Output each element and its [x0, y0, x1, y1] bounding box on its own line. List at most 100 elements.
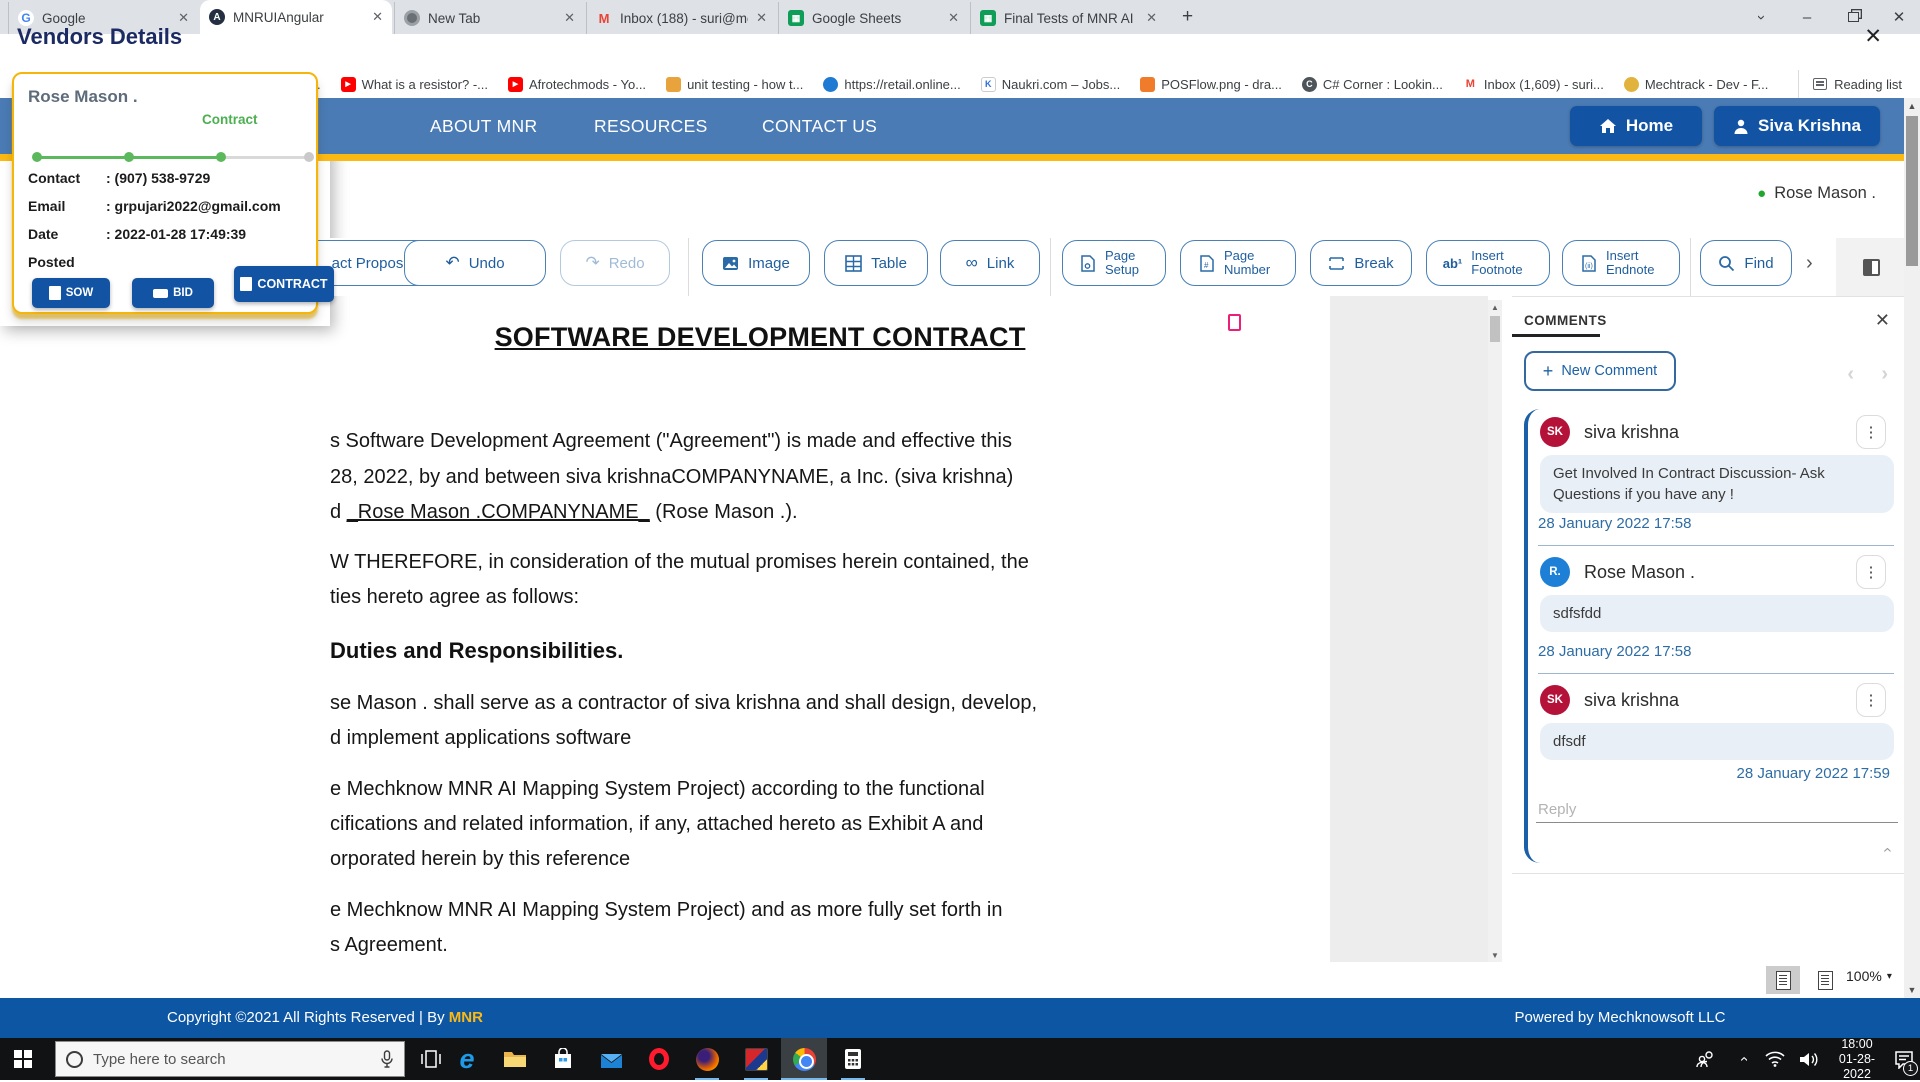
- comment-menu-kebab-icon[interactable]: ⋮: [1856, 415, 1886, 449]
- tab-close-icon[interactable]: ✕: [756, 10, 767, 26]
- bookmark-inbox[interactable]: MInbox (1,609) - suri...: [1463, 77, 1604, 92]
- bookmark-posflow[interactable]: POSFlow.png - dra...: [1140, 77, 1282, 92]
- vendor-card: Rose Mason . Contract Contact : (907) 53…: [12, 72, 318, 314]
- bookmark-mechtrack[interactable]: Mechtrack - Dev - F...: [1624, 77, 1769, 92]
- firefox-taskbar-icon[interactable]: [684, 1038, 730, 1080]
- collapse-chevron-up-icon[interactable]: ›: [1878, 847, 1896, 852]
- opera-taskbar-icon[interactable]: [636, 1038, 682, 1080]
- microphone-icon[interactable]: [380, 1050, 394, 1068]
- new-comment-button[interactable]: + New Comment: [1524, 351, 1676, 391]
- bookmark-retail-online[interactable]: https://retail.online...: [823, 77, 960, 92]
- browser-scrollbar[interactable]: ▲ ▼: [1904, 98, 1920, 998]
- side-panel-toggle-icon[interactable]: [1863, 259, 1880, 276]
- tab-close-icon[interactable]: ✕: [564, 10, 575, 26]
- window-minimize-button[interactable]: –: [1784, 0, 1830, 34]
- scroll-down-icon[interactable]: ▼: [1904, 982, 1920, 998]
- bookmark-label: unit testing - how t...: [687, 77, 803, 92]
- doc-line: e Mechknow MNR AI Mapping System Project…: [330, 899, 1003, 922]
- zoom-control[interactable]: 100% ▾: [1846, 968, 1892, 984]
- table-button[interactable]: Table: [824, 240, 928, 286]
- link-button[interactable]: ∞ Link: [940, 240, 1040, 286]
- taskbar-search-box[interactable]: [55, 1041, 405, 1077]
- reading-list-button[interactable]: Reading list: [1798, 70, 1902, 98]
- comment-menu-kebab-icon[interactable]: ⋮: [1856, 683, 1886, 717]
- edge-taskbar-icon[interactable]: e: [444, 1038, 490, 1080]
- csharp-icon: C: [1302, 77, 1317, 92]
- tab-close-icon[interactable]: ✕: [948, 10, 959, 26]
- start-button[interactable]: [0, 1038, 46, 1080]
- button-label: Undo: [469, 255, 505, 272]
- window-close-button[interactable]: ✕: [1876, 0, 1920, 34]
- photoshop-taskbar-icon[interactable]: [733, 1038, 779, 1080]
- bookmark-csharp-corner[interactable]: CC# Corner : Lookin...: [1302, 77, 1443, 92]
- contract-button[interactable]: CONTRACT: [234, 266, 334, 302]
- image-button[interactable]: Image: [702, 240, 810, 286]
- mail-taskbar-icon[interactable]: [588, 1038, 634, 1080]
- new-comment-label: New Comment: [1561, 363, 1657, 379]
- scrollbar-thumb[interactable]: [1906, 116, 1918, 266]
- taskbar-search-input[interactable]: [93, 1051, 370, 1068]
- scroll-down-icon[interactable]: ▼: [1488, 948, 1502, 962]
- document-scrollbar[interactable]: ▲ ▼: [1488, 300, 1502, 962]
- user-label: Siva Krishna: [1758, 116, 1861, 136]
- file-explorer-taskbar-icon[interactable]: [492, 1038, 538, 1080]
- scroll-up-icon[interactable]: ▲: [1488, 300, 1502, 314]
- chrome-taskbar-icon[interactable]: [781, 1038, 827, 1080]
- break-button[interactable]: Break: [1310, 240, 1412, 286]
- comment-menu-kebab-icon[interactable]: ⋮: [1856, 555, 1886, 589]
- doc-line: d _Rose Mason .COMPANYNAME_ (Rose Mason …: [330, 501, 798, 524]
- comments-close-icon[interactable]: ✕: [1875, 310, 1890, 331]
- bookmark-resistor[interactable]: ▶What is a resistor? -...: [341, 77, 488, 92]
- field-label: Date: [28, 226, 106, 242]
- microsoft-store-taskbar-icon[interactable]: [540, 1038, 586, 1080]
- tab-close-icon[interactable]: ✕: [372, 9, 383, 25]
- home-button[interactable]: Home: [1570, 106, 1702, 146]
- nav-contact-us[interactable]: CONTACT US: [762, 116, 877, 137]
- tab-search-chevron-icon[interactable]: ›: [1738, 0, 1784, 34]
- web-layout-view-button[interactable]: [1808, 966, 1842, 994]
- user-menu-button[interactable]: Siva Krishna: [1714, 106, 1880, 146]
- print-layout-view-button[interactable]: [1766, 966, 1800, 994]
- bookmark-naukri[interactable]: KNaukri.com – Jobs...: [981, 77, 1121, 92]
- calculator-taskbar-icon[interactable]: [830, 1038, 876, 1080]
- reply-input[interactable]: [1536, 797, 1898, 823]
- tab-new-tab[interactable]: New Tab ✕: [394, 2, 584, 34]
- toolbar-separator: [1050, 238, 1051, 296]
- new-tab-button[interactable]: +: [1182, 6, 1193, 28]
- page-number-button[interactable]: # Page Number: [1180, 240, 1296, 286]
- comments-prev-icon[interactable]: ‹: [1847, 363, 1854, 386]
- scroll-up-icon[interactable]: ▲: [1904, 98, 1920, 114]
- insert-endnote-button[interactable]: (ii) Insert Endnote: [1562, 240, 1680, 286]
- tab-close-icon[interactable]: ✕: [1146, 10, 1157, 26]
- taskbar-clock[interactable]: 18:00 01-28-2022: [1826, 1038, 1888, 1080]
- sow-button[interactable]: SOW: [32, 278, 110, 308]
- people-tray-button[interactable]: [1688, 1038, 1724, 1080]
- comments-next-icon[interactable]: ›: [1881, 363, 1888, 386]
- document-margin-area: [1330, 296, 1488, 962]
- action-center-button[interactable]: 1: [1888, 1038, 1920, 1080]
- wifi-tray-icon[interactable]: [1758, 1038, 1792, 1080]
- tab-final-tests[interactable]: ▦ Final Tests of MNR AI Mapping S ✕: [970, 2, 1166, 34]
- volume-tray-icon[interactable]: [1792, 1038, 1826, 1080]
- footer-brand-link[interactable]: MNR: [449, 1009, 483, 1026]
- bookmark-unit-testing[interactable]: unit testing - how t...: [666, 77, 803, 92]
- toolbar-separator: [1690, 238, 1691, 296]
- popup-close-icon[interactable]: ✕: [1864, 24, 1882, 49]
- bid-button[interactable]: BID: [132, 278, 214, 308]
- tab-inbox[interactable]: M Inbox (188) - suri@mechknowso ✕: [586, 2, 776, 34]
- undo-button[interactable]: ↶ Undo: [404, 240, 546, 286]
- scrollbar-thumb[interactable]: [1490, 316, 1500, 342]
- comment-anchor-icon[interactable]: [1228, 314, 1241, 331]
- insert-footnote-button[interactable]: ab¹ Insert Footnote: [1426, 240, 1550, 286]
- tab-title: Google Sheets: [812, 11, 940, 26]
- redo-button[interactable]: ↷ Redo: [560, 240, 670, 286]
- tab-google-sheets[interactable]: ▦ Google Sheets ✕: [778, 2, 968, 34]
- copyright-text: Copyright ©2021 All Rights Reserved | By…: [167, 1009, 483, 1026]
- bookmark-afrotechmods[interactable]: ▶Afrotechmods - Yo...: [508, 77, 646, 92]
- page-setup-button[interactable]: Page Setup: [1062, 240, 1166, 286]
- nav-about-mnr[interactable]: ABOUT MNR: [430, 116, 537, 137]
- nav-resources[interactable]: RESOURCES: [594, 116, 708, 137]
- toolbar-overflow-chevron[interactable]: ›: [1806, 252, 1813, 275]
- tab-mnruiangular[interactable]: A MNRUIAngular ✕: [200, 0, 392, 34]
- find-button[interactable]: Find: [1700, 240, 1792, 286]
